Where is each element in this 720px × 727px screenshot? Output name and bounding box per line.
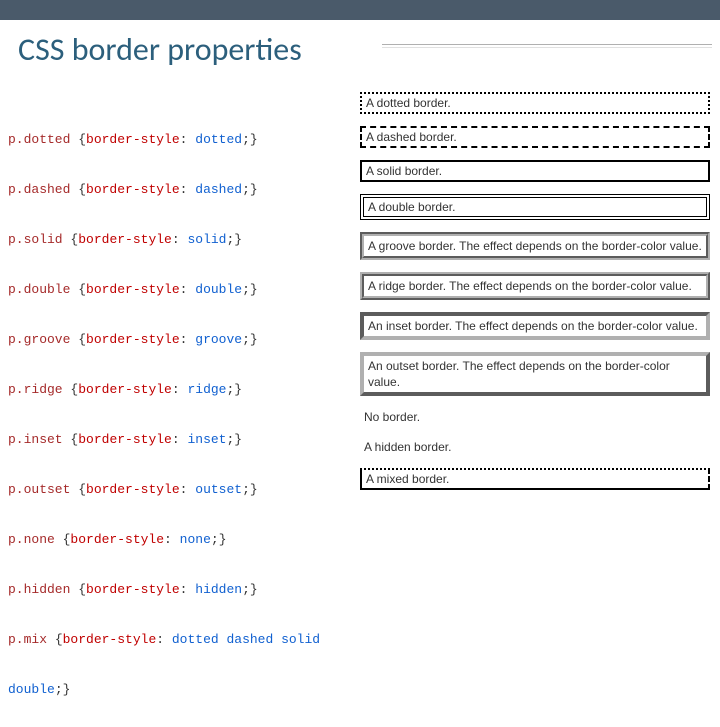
code-line: p.inset {border-style: inset;}: [8, 427, 354, 452]
code-line: p.dotted {border-style: dotted;}: [8, 127, 354, 152]
preview-dashed: A dashed border.: [360, 126, 710, 148]
code-line: p.outset {border-style: outset;}: [8, 477, 354, 502]
code-line-mix-2: double;}: [8, 677, 354, 702]
preview-double: A double border.: [360, 194, 710, 220]
slide-title: CSS border properties: [18, 30, 302, 69]
slide-top-bar: [0, 0, 720, 20]
css-code-listing: p.dotted {border-style: dotted;} p.dashe…: [8, 102, 354, 727]
code-line: p.ridge {border-style: ridge;}: [8, 377, 354, 402]
preview-mix: A mixed border.: [360, 468, 710, 490]
preview-outset: An outset border. The effect depends on …: [360, 352, 710, 396]
code-line: p.hidden {border-style: hidden;}: [8, 577, 354, 602]
preview-inset: An inset border. The effect depends on t…: [360, 312, 710, 340]
preview-solid: A solid border.: [360, 160, 710, 182]
preview-none: No border.: [360, 408, 710, 426]
preview-hidden: A hidden border.: [360, 438, 710, 456]
code-line: p.double {border-style: double;}: [8, 277, 354, 302]
title-underline: [382, 44, 712, 48]
code-line: p.solid {border-style: solid;}: [8, 227, 354, 252]
code-line: p.dashed {border-style: dashed;}: [8, 177, 354, 202]
preview-ridge: A ridge border. The effect depends on th…: [360, 272, 710, 300]
code-line: p.groove {border-style: groove;}: [8, 327, 354, 352]
preview-groove: A groove border. The effect depends on t…: [360, 232, 710, 260]
border-preview-list: A dotted border. A dashed border. A soli…: [360, 92, 710, 502]
preview-dotted: A dotted border.: [360, 92, 710, 114]
code-line-mix: p.mix {border-style: dotted dashed solid: [8, 627, 354, 652]
